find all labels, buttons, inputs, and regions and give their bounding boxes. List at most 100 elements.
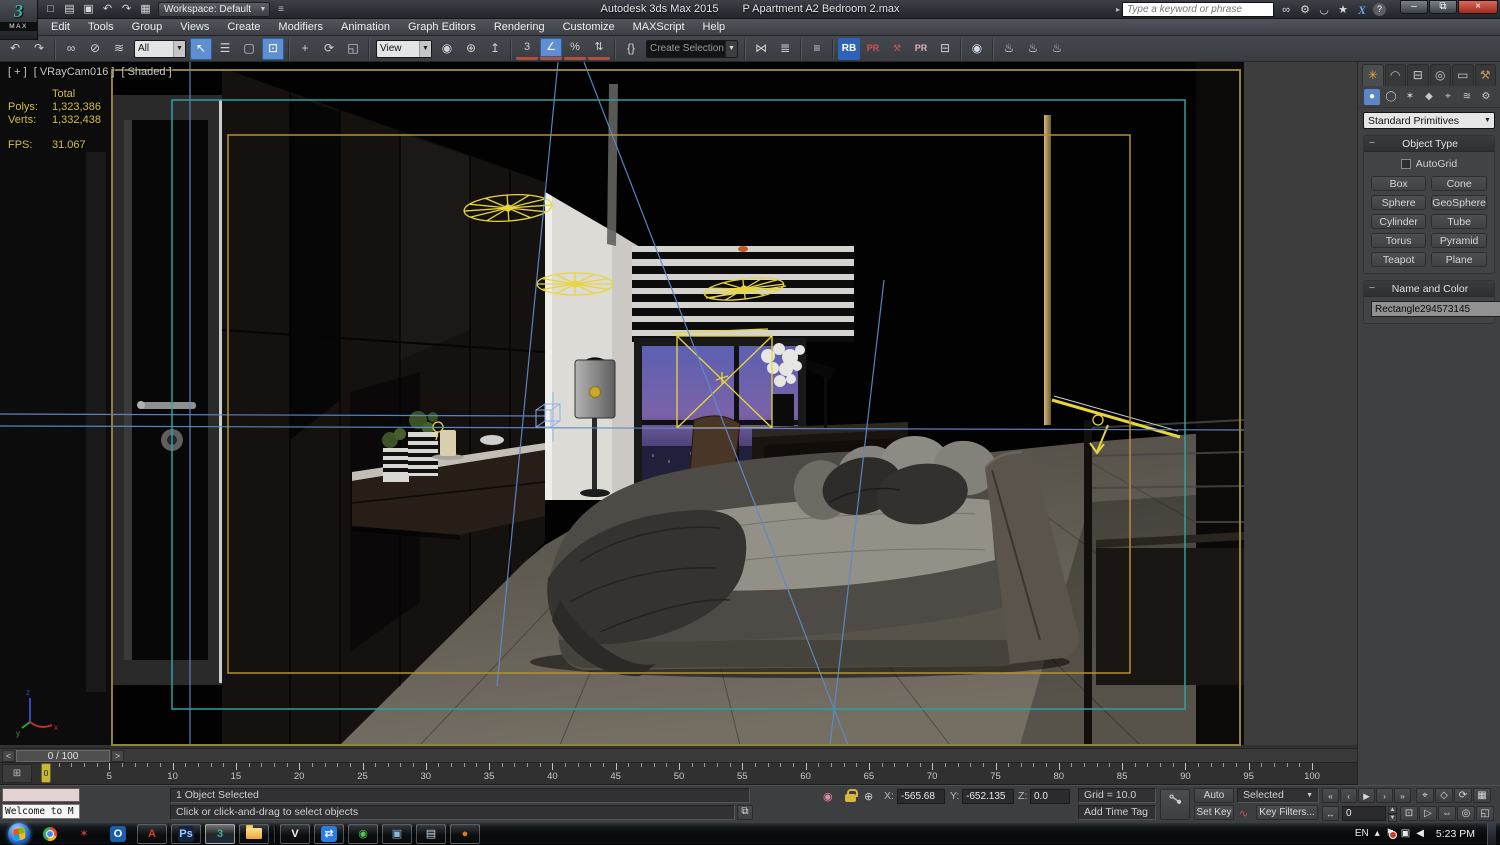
perspective-viewport[interactable]: z y x [ + ] [ VRayCam016 ] [ Shaded ] To… (0, 61, 1357, 748)
minimize-button[interactable]: – (1400, 0, 1428, 14)
zoom-extents-button[interactable]: ⌖ (1416, 788, 1434, 803)
action-center-icon[interactable]: ⚑ (1386, 828, 1397, 839)
taskbar-app-green[interactable]: ◉ (348, 823, 378, 844)
toolbar-options-icon[interactable]: ≡ (274, 2, 288, 17)
orbit-subobject-button[interactable]: ◎ (1457, 806, 1475, 821)
select-and-manipulate-icon[interactable]: ⊕ (460, 38, 482, 60)
viewport-menu-shading[interactable]: [ Shaded ] (121, 66, 171, 78)
material-editor-icon[interactable]: ◉ (966, 38, 988, 60)
track-bar[interactable]: ⊞ 5 10 15 20 25 30 35 40 45 50 55 60 65 70 75 80 85 90 95 1… (0, 763, 1357, 785)
select-and-move-icon[interactable]: + (294, 38, 316, 60)
taskbar-app-red[interactable]: ✶ (69, 824, 99, 844)
y-coordinate-field[interactable] (962, 789, 1014, 804)
snap-toggle-3d-icon[interactable]: 3 (516, 38, 538, 60)
hidden-icons-button[interactable]: ▴ (1375, 828, 1380, 839)
menu-help[interactable]: Help (694, 19, 735, 35)
bind-to-spacewarp-icon[interactable]: ≋ (108, 38, 130, 60)
window-blinds[interactable] (632, 246, 854, 342)
tab-motion[interactable]: ◎ (1429, 64, 1451, 86)
angle-snap-icon[interactable]: ∠ (540, 37, 562, 60)
language-indicator[interactable]: EN (1355, 828, 1369, 839)
hanging-pole[interactable] (1044, 115, 1051, 425)
render-setup-icon[interactable]: ♨ (998, 38, 1020, 60)
x-coordinate-field[interactable] (897, 789, 945, 804)
keyboard-shortcut-override-icon[interactable]: ↥ (484, 38, 506, 60)
tab-modify[interactable]: ◠ (1384, 64, 1406, 86)
set-key-button[interactable]: Set Key (1194, 805, 1234, 820)
category-shapes[interactable]: ◯ (1383, 89, 1399, 105)
select-and-rotate-icon[interactable]: ⟳ (318, 38, 340, 60)
maximize-toggle-button[interactable]: ◱ (1476, 806, 1494, 821)
tab-utilities[interactable]: ⚒ (1474, 64, 1496, 86)
set-keys-button[interactable]: ⊶ (1160, 788, 1190, 820)
preset-select-icon[interactable]: PR (910, 38, 932, 60)
railclone-rb-icon[interactable]: RB (838, 37, 860, 60)
render-production-icon[interactable]: ♨ (1046, 38, 1068, 60)
create-pyramid-button[interactable]: Pyramid (1431, 233, 1487, 248)
orbit-button[interactable]: ⟳ (1454, 788, 1472, 803)
menu-edit[interactable]: Edit (42, 19, 79, 35)
time-configuration-button[interactable]: ⊡ (1400, 806, 1418, 821)
go-to-end-button[interactable]: » (1394, 788, 1411, 803)
window-crossing-toggle-icon[interactable]: ⊡ (262, 37, 284, 60)
save-file-icon[interactable]: ▣ (80, 2, 97, 17)
go-to-start-button[interactable]: « (1322, 788, 1339, 803)
create-teapot-button[interactable]: Teapot (1371, 252, 1427, 267)
prompt-options-icon[interactable]: ⧉ (737, 805, 753, 820)
spinner-down-icon[interactable]: ▼ (1388, 814, 1397, 822)
name-color-rollout-header[interactable]: − Name and Color (1364, 281, 1494, 297)
layer-manager-icon[interactable]: ≡ (806, 38, 828, 60)
object-name-field[interactable] (1371, 301, 1500, 317)
edit-named-selection-sets-icon[interactable]: {} (620, 38, 642, 60)
z-coordinate-field[interactable] (1030, 789, 1070, 804)
default-in-out-tangents-icon[interactable]: ∿ (1239, 807, 1248, 820)
communication-center-icon[interactable]: ⚙ (1297, 3, 1313, 17)
menu-graph-editors[interactable]: Graph Editors (399, 19, 485, 35)
category-spacewarps[interactable]: ≋ (1459, 89, 1475, 105)
taskbar-chrome[interactable] (35, 824, 65, 844)
mirror-icon[interactable]: ⋈ (750, 38, 772, 60)
time-slider-track[interactable]: < 0 / 100 > (0, 748, 1357, 763)
category-systems[interactable]: ⚙ (1478, 89, 1494, 105)
preset-delete-icon[interactable]: PR (862, 38, 884, 60)
favorites-star-icon[interactable]: ★ (1335, 3, 1351, 17)
taskbar-explorer[interactable] (239, 823, 269, 844)
rectangular-selection-region-icon[interactable]: ▢ (238, 38, 260, 60)
previous-frame-arrow[interactable]: < (2, 750, 15, 762)
tab-display[interactable]: ▭ (1452, 64, 1474, 86)
new-file-icon[interactable]: □ (42, 2, 59, 17)
taskbar-3dsmax[interactable]: 3 (205, 823, 235, 844)
current-frame-field[interactable] (1342, 806, 1386, 821)
next-frame-arrow[interactable]: > (111, 750, 124, 762)
undo-history-icon[interactable]: ↶ (99, 2, 116, 17)
search-binoculars-icon[interactable]: ∞ (1278, 3, 1294, 17)
network-icon[interactable]: ▣ (1401, 828, 1410, 839)
taskbar-autocad[interactable]: A (137, 823, 167, 844)
menu-customize[interactable]: Customize (554, 19, 624, 35)
show-desktop-button[interactable] (1487, 822, 1496, 845)
close-button[interactable]: × (1458, 0, 1498, 14)
subscription-icon[interactable]: ◡ (1316, 3, 1332, 17)
category-geometry[interactable]: ● (1364, 88, 1380, 105)
tab-hierarchy[interactable]: ⊟ (1407, 64, 1429, 86)
selection-filter-dropdown[interactable]: All ▼ (134, 39, 186, 58)
align-icon[interactable]: ≣ (774, 38, 796, 60)
object-type-rollout-header[interactable]: − Object Type (1364, 136, 1494, 152)
menu-views[interactable]: Views (171, 19, 218, 35)
taskbar-media[interactable]: ● (450, 823, 480, 844)
category-lights[interactable]: ✶ (1402, 89, 1418, 105)
spinner-snap-icon[interactable]: ⇅ (588, 38, 610, 60)
taskbar-photoshop[interactable]: Ps (171, 823, 201, 844)
create-cone-button[interactable]: Cone (1431, 176, 1487, 191)
previous-frame-button[interactable]: ‹ (1340, 788, 1357, 803)
create-tube-button[interactable]: Tube (1431, 214, 1487, 229)
undo-icon[interactable]: ↶ (4, 38, 26, 60)
menu-modifiers[interactable]: Modifiers (269, 19, 332, 35)
current-frame-marker[interactable]: 0 (41, 763, 51, 783)
pan-view-button[interactable]: ⇔ (1438, 806, 1456, 821)
tab-create[interactable]: ✳ (1362, 64, 1384, 86)
maxscript-mini-listener-white[interactable]: Welcome to M (2, 804, 80, 819)
redo-icon[interactable]: ↷ (28, 38, 50, 60)
create-cylinder-button[interactable]: Cylinder (1371, 214, 1427, 229)
select-object-icon[interactable]: ↖ (190, 37, 212, 60)
